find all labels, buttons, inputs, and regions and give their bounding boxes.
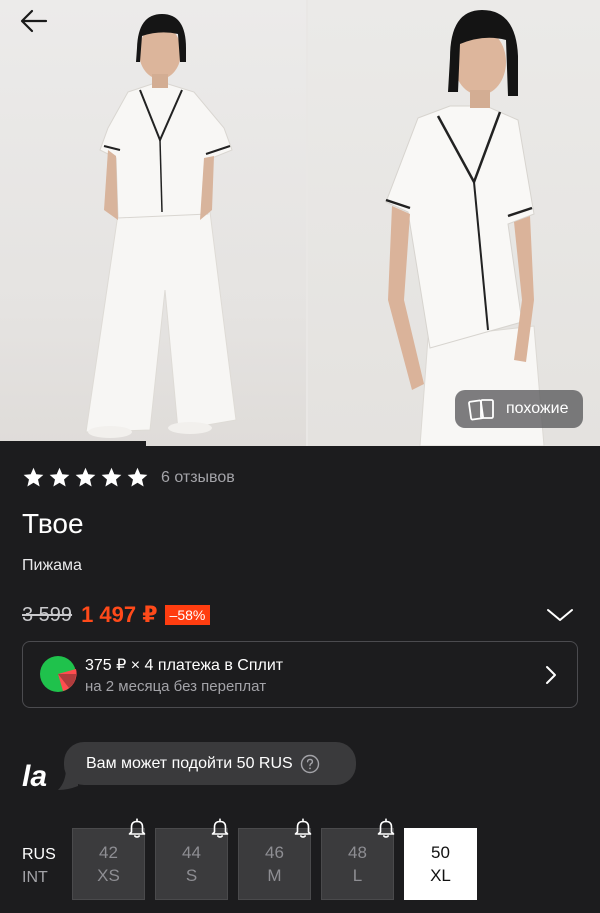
rating-stars: [22, 466, 149, 489]
size-option-44[interactable]: 44 S: [155, 818, 229, 900]
model-full-length-illustration: [85, 14, 237, 438]
discount-badge: –58%: [164, 605, 211, 625]
star-icon: [23, 467, 44, 487]
model-closeup-illustration: [385, 10, 545, 446]
similar-products-label: похожие: [506, 400, 569, 417]
bell-icon[interactable]: [209, 817, 231, 839]
size-option-42[interactable]: 42 XS: [72, 818, 146, 900]
reviews-link[interactable]: 6 отзывов: [161, 469, 235, 487]
size-int: XS: [97, 866, 120, 885]
size-system-label[interactable]: RUS INT: [22, 843, 56, 889]
size-int: M: [267, 866, 282, 885]
size-int: S: [185, 866, 198, 885]
size-rus: 46: [265, 843, 284, 862]
size-rus: 42: [99, 843, 118, 862]
current-price: 1 497 ₽: [81, 602, 158, 627]
product-type: Пижама: [22, 557, 82, 574]
star-icon: [101, 467, 122, 487]
size-rus: 50: [431, 843, 450, 862]
size-option-46[interactable]: 46 M: [238, 818, 312, 900]
cards-icon: [468, 399, 494, 421]
gallery-progress-indicator: [0, 441, 146, 446]
size-int: L: [352, 866, 363, 885]
price-details-toggle[interactable]: [546, 606, 574, 624]
split-logo-icon: [40, 656, 77, 692]
size-selector: 42 XS 44 S 46 M 48 L 50 XL: [72, 818, 477, 900]
rating: 6 отзывов: [22, 466, 235, 489]
star-icon: [127, 467, 148, 487]
split-title: 375 ₽ × 4 платежа в Сплит: [85, 657, 284, 674]
assistant-logo: la: [22, 760, 48, 793]
chevron-right-icon: [546, 666, 556, 684]
similar-products-button[interactable]: похожие: [455, 390, 583, 428]
product-photo-closeup[interactable]: [308, 0, 600, 446]
size-recommendation-bubble[interactable]: Вам может подойти 50 RUS: [64, 742, 356, 785]
price-row: 3 599 1 497 ₽ –58%: [22, 602, 211, 628]
product-photo-full-length[interactable]: [0, 0, 306, 446]
question-circle-icon[interactable]: [300, 754, 320, 774]
chevron-down-icon: [547, 609, 573, 621]
bell-icon[interactable]: [126, 817, 148, 839]
size-int: XL: [430, 866, 451, 885]
back-button[interactable]: [14, 6, 54, 36]
size-system-primary: RUS: [22, 846, 56, 863]
old-price: 3 599: [22, 603, 73, 626]
bell-icon[interactable]: [292, 817, 314, 839]
star-icon: [49, 467, 70, 487]
size-rus: 44: [182, 843, 201, 862]
size-option-50[interactable]: 50 XL: [404, 828, 477, 900]
size-recommendation-text: Вам может подойти 50 RUS: [86, 754, 293, 772]
size-rus: 48: [348, 843, 367, 862]
brand-name[interactable]: Твое: [22, 508, 84, 540]
size-option-48[interactable]: 48 L: [321, 818, 395, 900]
size-system-secondary: INT: [22, 869, 48, 886]
split-payment-card[interactable]: 375 ₽ × 4 платежа в Сплит на 2 месяца бе…: [22, 641, 578, 708]
arrow-left-icon: [20, 9, 48, 33]
product-image-gallery[interactable]: похожие: [0, 0, 600, 446]
bell-icon[interactable]: [375, 817, 397, 839]
star-icon: [75, 467, 96, 487]
split-subtitle: на 2 месяца без переплат: [85, 678, 267, 695]
